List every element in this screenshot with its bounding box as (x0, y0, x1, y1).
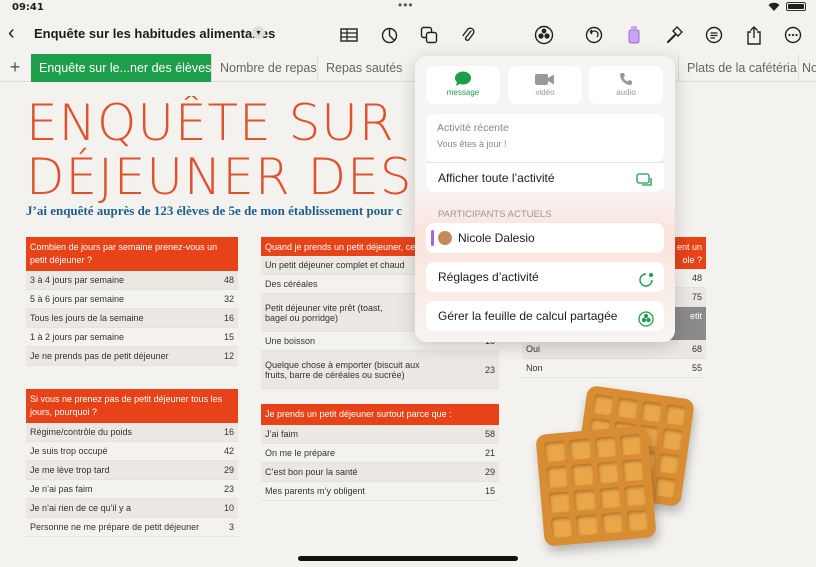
recent-activity-card: Activité récente Vous êtes à jour ! (426, 114, 664, 162)
share-icon[interactable] (743, 24, 765, 46)
tab-plats-cafeteria[interactable]: Plats de la cafétéria (678, 54, 798, 82)
table-row[interactable]: Je n’ai rien de ce qu’il y a 10 (26, 499, 238, 518)
activity-settings-button[interactable]: Réglages d’activité (426, 262, 664, 292)
table-icon[interactable] (338, 24, 360, 46)
table-row[interactable]: Je suis trop occupé 42 (26, 442, 238, 461)
table-row[interactable]: Régime/contrôle du poids 16 (26, 423, 238, 442)
table-row[interactable]: Tous les jours de la semaine 16 (26, 309, 238, 328)
table-header: Je prends un petit déjeuner surtout parc… (261, 404, 499, 425)
undo-icon[interactable] (583, 24, 605, 46)
table-breakfast-days[interactable]: Combien de jours par semaine prenez-vous… (26, 237, 238, 366)
status-bar: 09:41 ••• (0, 0, 816, 16)
activity-settings-icon (638, 269, 654, 299)
sheet-title-line1: ENQUÊTE SUR LE (26, 96, 416, 152)
sheet-title: ENQUÊTE SUR LE DÉJEUNER DES ÉL (26, 96, 416, 204)
sheet-title-line2: DÉJEUNER DES ÉL (26, 148, 416, 204)
title-menu-chevron-icon[interactable]: ▾ (252, 26, 265, 39)
table-row[interactable]: J’ai faim 58 (261, 425, 499, 444)
paperclip-icon[interactable] (457, 24, 479, 46)
table-header: Si vous ne prenez pas de petit déjeuner … (26, 389, 238, 423)
table-row[interactable]: Mes parents m’y obligent 15 (261, 482, 499, 501)
more-icon[interactable] (782, 24, 804, 46)
table-why-no-breakfast[interactable]: Si vous ne prenez pas de petit déjeuner … (26, 389, 238, 537)
hammer-icon[interactable] (663, 24, 685, 46)
status-time: 09:41 (12, 2, 44, 13)
multitasking-dots[interactable]: ••• (398, 0, 414, 12)
wifi-icon (768, 2, 780, 11)
manage-shared-sheet-button[interactable]: Gérer la feuille de calcul partagée (426, 301, 664, 331)
sheet-tabs: + Enquête sur le...ner des élèves Nombre… (0, 54, 816, 82)
waffle-image (535, 425, 657, 547)
table-header: Combien de jours par semaine prenez-vous… (26, 237, 238, 271)
table-row[interactable]: 1 à 2 jours par semaine 15 (26, 328, 238, 347)
battery-icon (786, 2, 806, 11)
format-brush-icon[interactable] (623, 24, 645, 46)
video-camera-icon (508, 66, 582, 88)
table-row[interactable]: Je ne prends pas de petit déjeuner 12 (26, 347, 238, 366)
video-button[interactable]: vidéo (508, 66, 582, 104)
participant-color-marker (431, 230, 434, 246)
home-indicator[interactable] (298, 556, 518, 561)
toolbar: ‹ Enquête sur les habitudes alimentaires… (0, 16, 816, 54)
collaboration-icon[interactable] (533, 24, 555, 46)
tab-enquete[interactable]: Enquête sur le...ner des élèves (31, 54, 211, 82)
table-why-breakfast[interactable]: Je prends un petit déjeuner surtout parc… (261, 404, 499, 501)
table-row[interactable]: Je me lève trop tard 29 (26, 461, 238, 480)
recent-activity-label: Activité récente (437, 122, 509, 134)
participant-nicole[interactable]: Nicole Dalesio (426, 223, 664, 253)
table-row[interactable]: 3 à 4 jours par semaine 48 (26, 271, 238, 290)
audio-button[interactable]: audio (589, 66, 663, 104)
message-bubble-icon (426, 66, 500, 88)
table-row[interactable]: Non 55 (522, 359, 706, 378)
status-icons (768, 2, 806, 11)
table-row[interactable]: C’est bon pour la santé 29 (261, 463, 499, 482)
people-icon (638, 308, 654, 338)
recent-activity-status: Vous êtes à jour ! (437, 139, 507, 149)
table-row[interactable]: Personne ne me prépare de petit déjeuner… (26, 518, 238, 537)
message-button[interactable]: message (426, 66, 500, 104)
chat-bubbles-icon (636, 170, 654, 200)
table-row[interactable]: On me le prépare 21 (261, 444, 499, 463)
add-sheet-icon[interactable]: + (0, 54, 30, 82)
table-row[interactable]: Je n’ai pas faim 23 (26, 480, 238, 499)
document-title[interactable]: Enquête sur les habitudes alimentaires (34, 26, 275, 41)
tab-nombre-de-repas[interactable]: Nombre de repas (211, 54, 317, 82)
table-row[interactable]: Quelque chose à emporter (biscuit aux fr… (261, 351, 499, 389)
sheet-subtitle: J’ai enquêté auprès de 123 élèves de 5e … (26, 203, 403, 218)
tab-repas-sautes[interactable]: Repas sautés (317, 54, 415, 82)
participants-section-label: PARTICIPANTS ACTUELS (438, 209, 552, 220)
avatar (438, 230, 452, 245)
phone-icon (589, 66, 663, 88)
table-row[interactable]: 5 à 6 jours par semaine 32 (26, 290, 238, 309)
table-row[interactable]: Oui 68 (522, 340, 706, 359)
collaboration-popover: message vidéo audio Activité récente Vou… (415, 56, 675, 342)
back-chevron-icon[interactable]: ‹ (8, 23, 15, 43)
chart-icon[interactable] (378, 24, 400, 46)
show-all-activity-button[interactable]: Afficher toute l’activité (426, 162, 664, 192)
shapes-icon[interactable] (418, 24, 440, 46)
tab-more[interactable]: No (798, 54, 816, 82)
menu-list-icon[interactable] (703, 24, 725, 46)
